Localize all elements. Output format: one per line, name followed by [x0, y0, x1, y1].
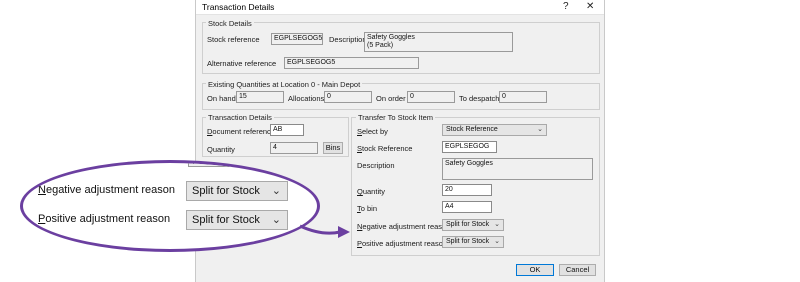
arrow-head-icon	[338, 226, 350, 238]
callout-arrow	[299, 224, 350, 238]
arrow-line	[299, 224, 341, 235]
